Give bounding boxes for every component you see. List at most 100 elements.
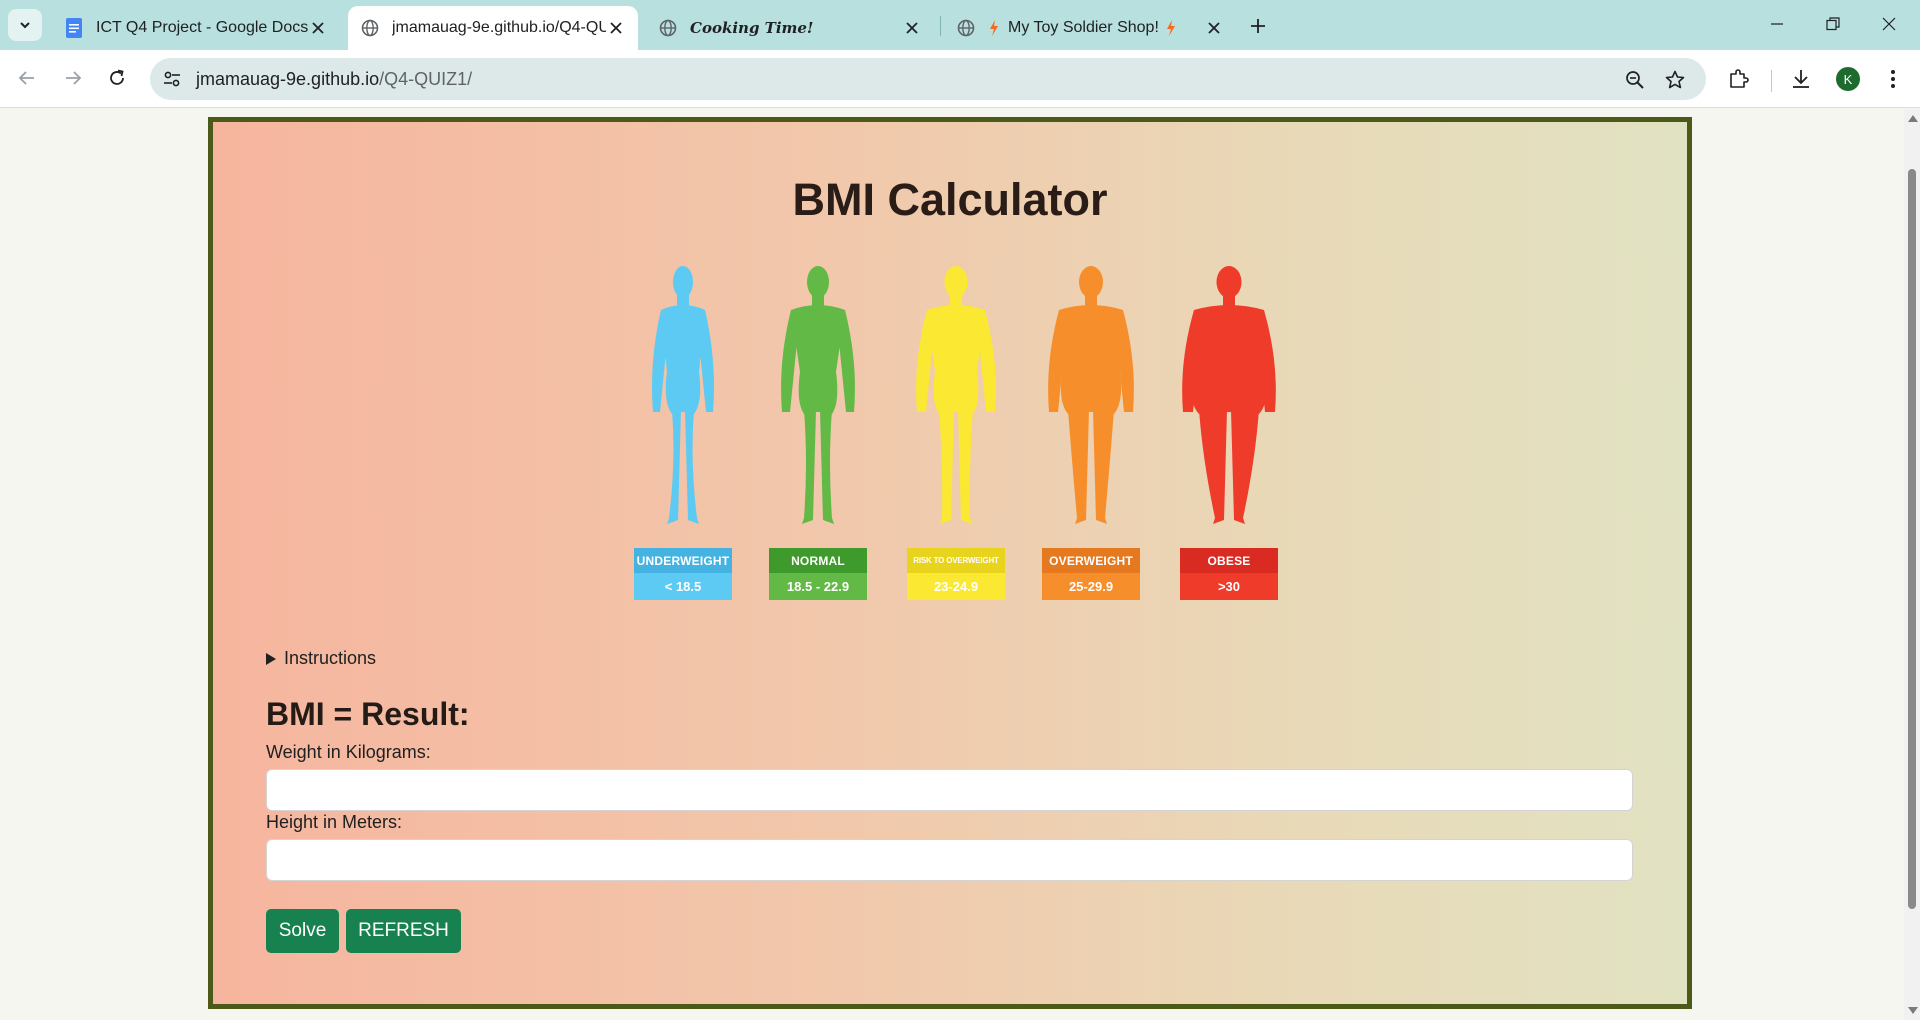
torso-shape (791, 305, 845, 414)
back-button[interactable] (10, 61, 44, 95)
right-leg-shape (1231, 410, 1259, 524)
bookmark-star-icon[interactable] (1664, 69, 1686, 91)
body-figure-normal: NORMAL 18.5 - 22.9 (768, 262, 868, 612)
globe-icon (360, 18, 380, 38)
left-leg-shape (939, 410, 954, 524)
tab-bmi-quiz[interactable]: jmamauag-9e.github.io/Q4-QUIZ1/ (348, 6, 638, 50)
body-silhouette-icon (781, 266, 855, 524)
category-range: 18.5 - 22.9 (769, 573, 867, 600)
scroll-thumb[interactable] (1908, 169, 1916, 909)
left-arm-shape (781, 310, 799, 412)
category-badge: RISK TO OVERWEIGHT 23-24.9 (907, 548, 1005, 600)
height-label: Height in Meters: (266, 812, 403, 832)
weight-input[interactable] (266, 769, 1633, 811)
close-icon[interactable] (902, 18, 922, 38)
tab-title: jmamauag-9e.github.io/Q4-QUIZ1/ (392, 19, 606, 36)
close-icon[interactable] (1204, 18, 1224, 38)
instructions-summary: Instructions (284, 648, 377, 668)
right-leg-shape (685, 410, 699, 524)
category-label: NORMAL (769, 548, 867, 573)
category-label: OBESE (1180, 548, 1278, 573)
tab-title: Cooking Time! (690, 19, 814, 37)
minimize-icon (1771, 23, 1783, 25)
body-figure-obese: OBESE >30 (1179, 262, 1279, 612)
tab-title: ICT Q4 Project - Google Docs (96, 19, 308, 36)
arrow-right-icon (66, 71, 82, 85)
solve-button[interactable]: Solve (266, 909, 339, 953)
tab-google-docs[interactable]: ICT Q4 Project - Google Docs (52, 6, 340, 50)
neck-shape (950, 294, 962, 306)
address-bar[interactable]: jmamauag-9e.github.io/Q4-QUIZ1/ (150, 58, 1706, 100)
zoom-icon[interactable] (1624, 69, 1646, 91)
bmi-chart-image: UNDERWEIGHT < 18.5 NORMAL 18.5 - 22.9 RI… (633, 262, 1293, 612)
close-icon[interactable] (308, 18, 328, 38)
url-host: jmamauag-9e.github.io (196, 69, 380, 89)
url-path: /Q4-QUIZ1/ (379, 69, 473, 89)
close-icon (1882, 17, 1896, 31)
tab-separator (940, 16, 941, 36)
lightning-icon (1165, 18, 1177, 38)
downloads-button[interactable] (1786, 64, 1816, 94)
body-silhouette-icon (916, 266, 996, 524)
site-info-icon[interactable] (162, 69, 182, 94)
reload-icon (110, 69, 124, 85)
tab-toy-soldier-shop[interactable]: My Toy Soldier Shop! (944, 6, 1236, 50)
google-docs-icon (64, 18, 84, 38)
disclosure-triangle-icon (266, 652, 276, 665)
right-arm-shape (837, 310, 855, 412)
height-input[interactable] (266, 839, 1633, 881)
puzzle-icon (1730, 69, 1749, 88)
download-icon (1793, 70, 1809, 88)
minimize-button[interactable] (1754, 6, 1800, 42)
reload-button[interactable] (100, 61, 134, 95)
category-range: 25-29.9 (1042, 573, 1140, 600)
head-shape (673, 266, 693, 298)
browser-menu-button[interactable] (1878, 64, 1908, 94)
category-label: UNDERWEIGHT (634, 548, 732, 573)
profile-avatar[interactable]: K (1836, 67, 1860, 91)
restore-icon (1826, 17, 1840, 31)
scroll-up-arrow-icon[interactable] (1908, 115, 1918, 122)
left-leg-shape (1199, 410, 1227, 524)
instructions-toggle[interactable]: Instructions (266, 648, 376, 669)
tab-cooking-time[interactable]: Cooking Time! (646, 6, 934, 50)
neck-shape (1085, 294, 1097, 306)
torso-shape (927, 305, 985, 414)
category-range: >30 (1180, 573, 1278, 600)
restore-button[interactable] (1810, 6, 1856, 42)
body-silhouette-icon (1182, 266, 1276, 524)
head-shape (807, 266, 829, 298)
chevron-down-icon (20, 22, 30, 29)
globe-icon (956, 18, 976, 38)
new-tab-button[interactable] (1244, 12, 1272, 40)
left-leg-shape (667, 410, 681, 524)
head-shape (1216, 266, 1242, 298)
left-leg-shape (1068, 410, 1089, 524)
forward-button[interactable] (56, 61, 90, 95)
category-badge: UNDERWEIGHT < 18.5 (634, 548, 732, 600)
scroll-down-arrow-icon[interactable] (1908, 1007, 1918, 1014)
page-title: BMI Calculator (792, 174, 1108, 225)
lightning-icon (988, 18, 1000, 38)
bmi-result: BMI = Result: (266, 696, 470, 732)
kebab-menu-icon (1891, 70, 1895, 88)
right-leg-shape (820, 410, 834, 524)
url-text: jmamauag-9e.github.io/Q4-QUIZ1/ (196, 69, 472, 90)
right-leg-shape (1093, 410, 1114, 524)
tab-title: My Toy Soldier Shop! (1008, 19, 1159, 36)
body-silhouette-icon (1048, 266, 1134, 524)
close-icon[interactable] (606, 18, 626, 38)
torso-shape (1190, 305, 1268, 414)
weight-label: Weight in Kilograms: (266, 742, 431, 762)
body-figure-overweight: OVERWEIGHT 25-29.9 (1041, 262, 1141, 612)
category-range: < 18.5 (634, 573, 732, 600)
refresh-button[interactable]: REFRESH (346, 909, 461, 953)
body-silhouette-icon (652, 266, 714, 524)
page-viewport: BMI Calculator UNDERWEIGHT < 18.5 NORMAL… (0, 109, 1904, 1020)
left-leg-shape (802, 410, 816, 524)
close-window-button[interactable] (1866, 6, 1912, 42)
tab-search-button[interactable] (8, 9, 42, 41)
extensions-button[interactable] (1724, 64, 1754, 94)
left-arm-shape (916, 310, 935, 412)
page-scrollbar[interactable] (1904, 109, 1920, 1020)
